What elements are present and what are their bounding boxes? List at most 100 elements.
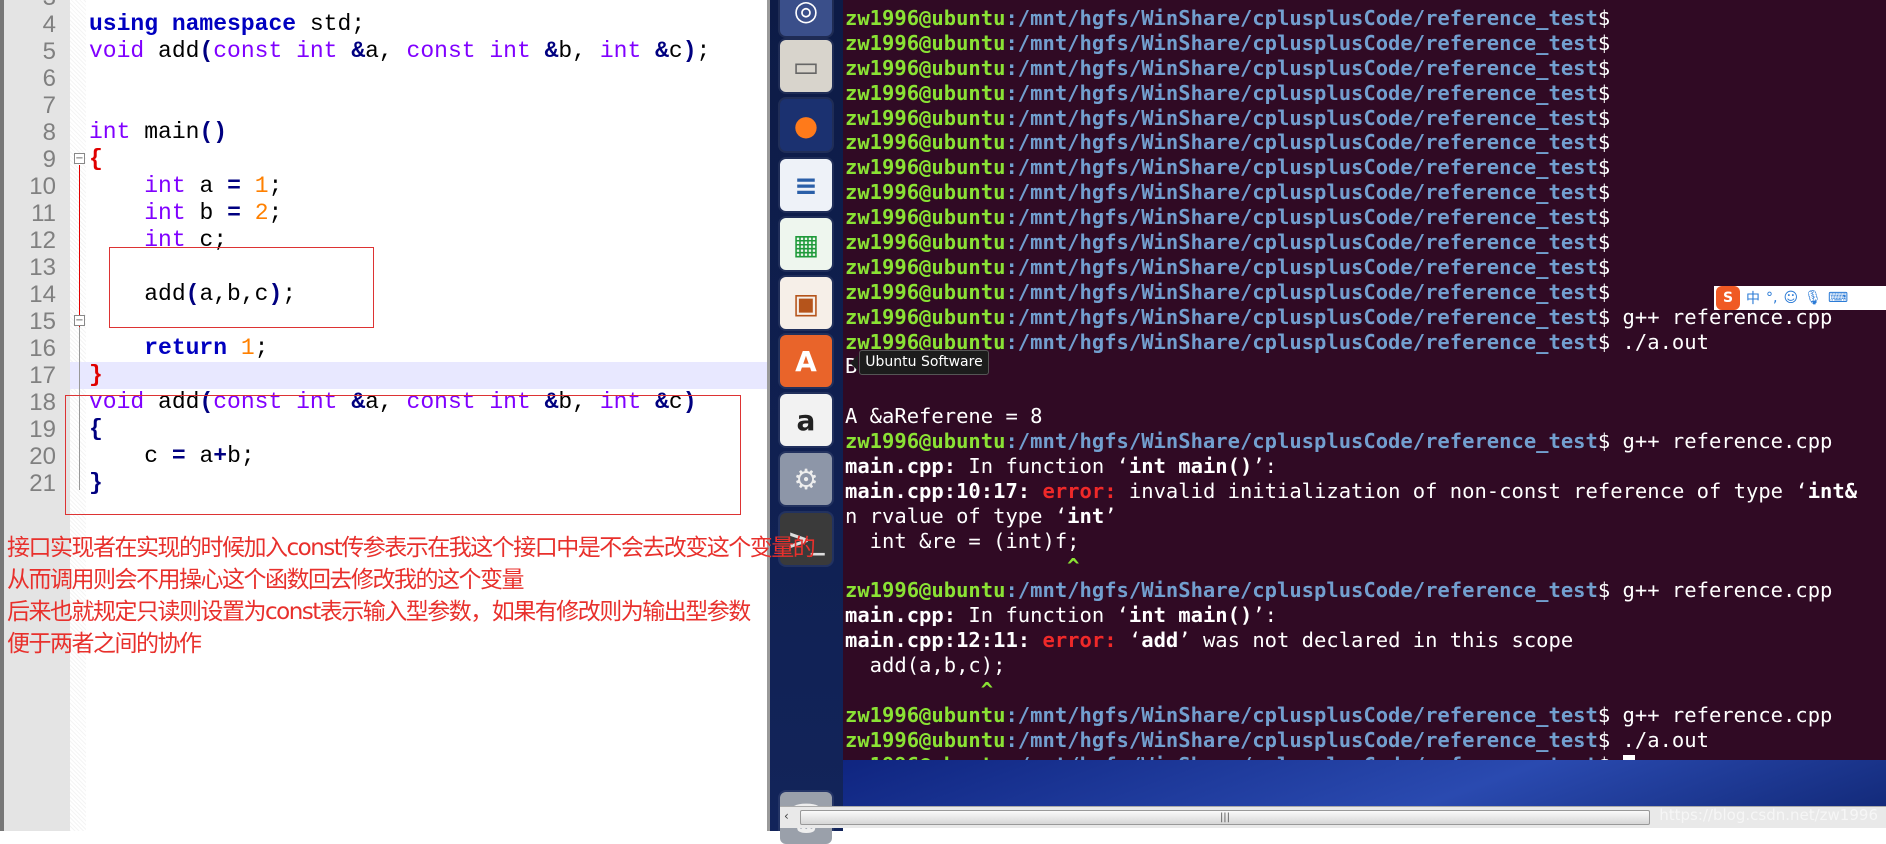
code-line[interactable]: 8 int main() (4, 119, 767, 146)
code-line[interactable]: 16 return 1; (4, 335, 767, 362)
calc-icon[interactable]: ▦ (780, 218, 832, 270)
annotation-line: 从而调用则会不用操心这个函数回去修改我的这个变量 (7, 567, 525, 593)
terminal-line: zw1996@ubuntu:/mnt/hgfs/WinShare/cpluspl… (843, 56, 1886, 81)
emoji-icon[interactable]: ☺ (1783, 290, 1798, 306)
terminal-text: A &aReferene = 8 (845, 404, 1043, 429)
impress-icon[interactable]: ▣ (780, 277, 832, 329)
prompt-dollar: $ (1597, 205, 1611, 230)
terminal-line: zw1996@ubuntu:/mnt/hgfs/WinShare/cpluspl… (843, 106, 1886, 131)
terminal-text: add(a,b,c); (845, 653, 1006, 678)
terminal-text: ‘ (1116, 628, 1142, 653)
keyboard-icon[interactable]: ⌨ (1828, 290, 1848, 306)
code-token: b, (558, 38, 600, 64)
prompt-user: zw1996@ubuntu (845, 279, 1006, 304)
terminal-line: zw1996@ubuntu:/mnt/hgfs/WinShare/cpluspl… (843, 205, 1886, 230)
code-token: main (130, 119, 200, 145)
terminal-text: ’ (1104, 503, 1117, 528)
line-number: 19 (29, 416, 56, 443)
code-token: a (185, 173, 228, 199)
code-text[interactable]: int a = 1; (85, 173, 767, 200)
prompt-dollar: $ (1597, 30, 1611, 55)
prompt-path: :/mnt/hgfs/WinShare/cplusplusCode/refere… (1005, 80, 1598, 105)
terminal-line: zw1996@ubuntu:/mnt/hgfs/WinShare/cpluspl… (843, 753, 1886, 760)
code-line[interactable]: 6 (4, 65, 767, 92)
code-line[interactable]: 9{ (4, 146, 767, 173)
prompt-user: zw1996@ubuntu (845, 578, 1006, 603)
prompt-user: zw1996@ubuntu (845, 429, 1006, 454)
files-icon[interactable]: ▭ (780, 40, 832, 92)
code-token: & (351, 38, 366, 64)
fold-toggle-main[interactable]: − (74, 153, 85, 164)
code-editor[interactable]: 34using namespace std;5void add(const in… (0, 0, 770, 831)
code-text[interactable]: { (85, 146, 767, 173)
terminal-text: In function ‘ (956, 603, 1129, 628)
prompt-dollar: $ (1597, 155, 1611, 180)
code-token: ; (268, 200, 283, 226)
prompt-path: :/mnt/hgfs/WinShare/cplusplusCode/refere… (1005, 702, 1598, 727)
terminal-window[interactable]: zw1996@ubuntu:/mnt/hgfs/WinShare/cpluspl… (843, 0, 1886, 760)
prompt-dollar: $ (1597, 180, 1611, 205)
terminal-line: add(a,b,c); (843, 653, 1886, 678)
amazon-icon[interactable]: a (780, 394, 832, 446)
ubuntu-software-icon[interactable]: A (780, 335, 832, 387)
code-text[interactable]: int b = 2; (85, 200, 767, 227)
line-number: 11 (31, 200, 56, 227)
terminal-text: In function ‘ (956, 454, 1129, 479)
unity-launcher: ◎▭●≡▦▣Aa⚙>_🗑 (770, 0, 843, 844)
prompt-dollar: $ (1597, 6, 1611, 30)
code-line[interactable]: 11 int b = 2; (4, 200, 767, 227)
code-text[interactable]: int main() (85, 119, 767, 146)
settings-icon[interactable]: ⚙ (780, 453, 832, 505)
code-line[interactable]: 10 int a = 1; (4, 173, 767, 200)
watermark: https://blog.csdn.net/zw1996 (1659, 806, 1878, 824)
terminal-text: main.cpp: (845, 603, 957, 628)
sogou-logo-icon[interactable]: S (1716, 286, 1740, 310)
code-token: namespace (171, 11, 297, 37)
code-token: b (185, 200, 228, 226)
code-token: ; (268, 173, 283, 199)
scroll-left-icon[interactable]: ‹ (784, 809, 789, 823)
terminal-text: ^ (845, 678, 994, 703)
terminal-line: zw1996@ubuntu:/mnt/hgfs/WinShare/cpluspl… (843, 81, 1886, 106)
code-line[interactable]: 17} (4, 362, 767, 389)
prompt-user: zw1996@ubuntu (845, 180, 1006, 205)
ime-toolbar[interactable]: S 中 °, ☺ 🎙 ⌨ (1714, 286, 1886, 310)
terminal-text: $ ./a.out (1597, 329, 1709, 354)
scrollbar-thumb[interactable]: ||| (800, 810, 1650, 825)
terminal-text: add (1141, 628, 1179, 653)
terminal-text: error: (1042, 478, 1117, 503)
fold-toggle-add[interactable]: − (74, 315, 85, 326)
code-line[interactable]: 4 using namespace std; (4, 11, 767, 38)
code-token: void (89, 38, 145, 64)
writer-icon[interactable]: ≡ (780, 159, 832, 211)
line-number: 4 (42, 11, 56, 38)
code-text[interactable]: using namespace std; (85, 11, 767, 38)
terminal-line: zw1996@ubuntu:/mnt/hgfs/WinShare/cpluspl… (843, 578, 1886, 603)
annotation-line: 接口实现者在实现的时候加入const传参表示在我这个接口中是不会去改变这个变量的 (7, 535, 816, 561)
terminal-text: ’: (1252, 454, 1277, 479)
prompt-path: :/mnt/hgfs/WinShare/cplusplusCode/refere… (1005, 329, 1598, 354)
prompt-user: zw1996@ubuntu (845, 254, 1006, 279)
code-text[interactable]: void add(const int &a, const int &b, int… (85, 38, 767, 65)
code-line[interactable]: 3 (4, 0, 767, 11)
prompt-user: zw1996@ubuntu (845, 105, 1006, 130)
code-line[interactable]: 5 void add(const int &a, const int &b, in… (4, 38, 767, 65)
terminal-text: int &re = (int)f; (845, 528, 1080, 553)
firefox-icon[interactable]: ● (780, 99, 832, 151)
code-text[interactable]: return 1; (85, 335, 767, 362)
microphone-icon[interactable]: 🎙 (1804, 290, 1822, 306)
launcher-tooltip: Ubuntu Software (850, 350, 989, 375)
code-text[interactable]: } (70, 362, 767, 389)
code-token: 2 (254, 200, 269, 226)
code-line[interactable]: 7 (4, 92, 767, 119)
line-number: 5 (42, 38, 56, 65)
code-token: () (199, 119, 228, 145)
ubuntu-icon[interactable]: ◎ (780, 0, 832, 36)
ime-punct-toggle[interactable]: °, (1766, 290, 1777, 306)
prompt-path: :/mnt/hgfs/WinShare/cplusplusCode/refere… (1005, 753, 1597, 760)
line-number: 16 (29, 335, 56, 362)
ime-mode-toggle[interactable]: 中 (1746, 288, 1760, 308)
